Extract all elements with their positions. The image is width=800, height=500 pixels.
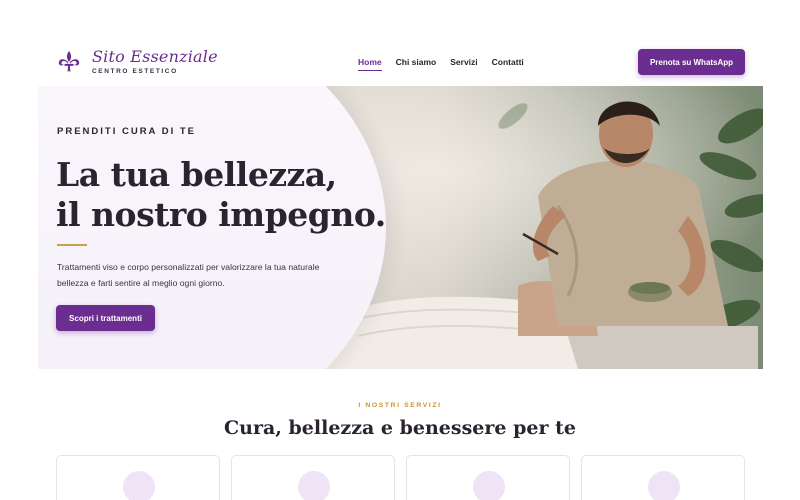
hero-title-line-2: il nostro impegno. — [56, 195, 386, 234]
brand-title: Sito Essenziale — [92, 47, 218, 66]
whatsapp-booking-button[interactable]: Prenota su WhatsApp — [638, 49, 745, 75]
service-card[interactable] — [406, 455, 570, 500]
service-card[interactable] — [581, 455, 745, 500]
discover-treatments-button[interactable]: Scopri i trattamenti — [56, 305, 155, 331]
service-icon — [648, 471, 680, 500]
site-header: Sito Essenziale CENTRO ESTETICO Home Chi… — [0, 0, 800, 86]
brand-subtitle: CENTRO ESTETICO — [92, 68, 178, 75]
hero-description: Trattamenti viso e corpo personalizzati … — [57, 262, 320, 288]
hero-title: La tua bellezza, il nostro impegno. — [56, 155, 386, 235]
nav-item-chi-siamo[interactable]: Chi siamo — [396, 57, 437, 71]
service-icon — [123, 471, 155, 500]
service-card[interactable] — [56, 455, 220, 500]
service-icon — [473, 471, 505, 500]
hero-eyebrow: PRENDITI CURA DI TE — [57, 126, 196, 137]
services-eyebrow: I NOSTRI SERVIZI — [358, 402, 442, 409]
services-cards — [56, 455, 745, 500]
services-title: Cura, bellezza e benessere per te — [224, 417, 576, 439]
hero-title-line-1: La tua bellezza, — [56, 155, 337, 194]
nav-item-contatti[interactable]: Contatti — [492, 57, 524, 71]
nav-item-servizi[interactable]: Servizi — [450, 57, 477, 71]
hero-divider — [57, 244, 87, 246]
brand-logo[interactable]: Sito Essenziale CENTRO ESTETICO — [58, 48, 218, 75]
service-card[interactable] — [231, 455, 395, 500]
fleur-de-lis-icon — [58, 50, 80, 72]
main-nav: Home Chi siamo Servizi Contatti — [358, 57, 524, 71]
service-icon — [298, 471, 330, 500]
nav-item-home[interactable]: Home — [358, 57, 382, 71]
